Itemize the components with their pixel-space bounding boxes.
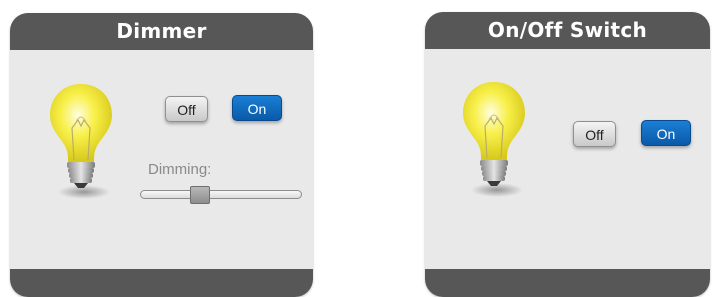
switch-footer (425, 269, 710, 297)
switch-on-button[interactable]: On (641, 120, 691, 146)
switch-title: On/Off Switch (425, 12, 710, 49)
dimming-slider-track[interactable] (140, 190, 302, 199)
light-bulb-icon (50, 84, 112, 199)
switch-off-button[interactable]: Off (573, 121, 616, 147)
light-bulb-icon (463, 82, 525, 197)
dimmer-footer (10, 269, 313, 297)
dimmer-title: Dimmer (10, 13, 313, 50)
dimmer-off-button[interactable]: Off (165, 96, 208, 122)
dimmer-on-button[interactable]: On (232, 95, 282, 121)
dimming-slider-thumb[interactable] (189, 186, 210, 204)
switch-panel: On/Off Switch Off On (425, 12, 710, 297)
dimmer-panel: Dimmer Off On Dimming: (10, 13, 313, 297)
dimming-label: Dimming: (148, 161, 212, 178)
